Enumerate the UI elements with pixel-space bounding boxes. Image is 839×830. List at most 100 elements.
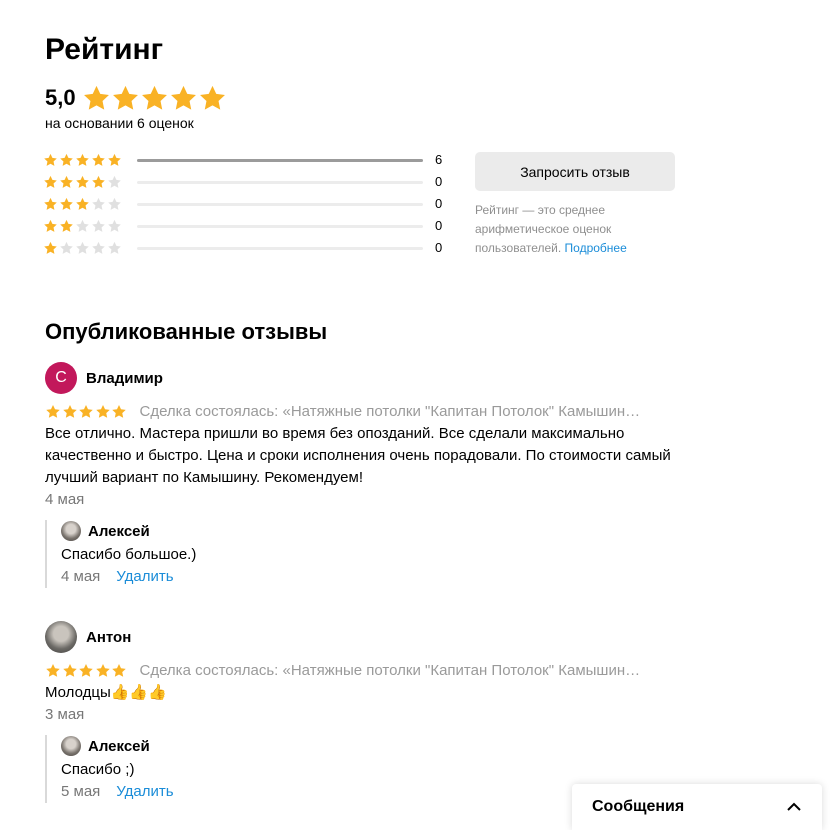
star-filled-icon [199,85,225,110]
star-empty-icon [60,241,73,254]
star-filled-icon [92,175,105,188]
star-filled-icon [44,241,57,254]
star-empty-icon [92,219,105,232]
star-filled-icon [79,404,93,418]
reply-meta: 4 мая Удалить [61,566,345,588]
distribution-row: 0 [43,237,448,259]
star-filled-icon [83,85,109,110]
star-filled-icon [141,85,167,110]
distribution-row: 0 [43,171,448,193]
star-filled-icon [108,153,121,166]
star-empty-icon [108,241,121,254]
star-filled-icon [44,153,57,166]
review-item: С Владимир Сделка состоялась: «Натяжные … [45,362,685,511]
star-filled-icon [44,219,57,232]
star-filled-icon [112,404,126,418]
reply-head: Алексей [61,520,345,542]
star-filled-icon [95,663,110,677]
review-stars [45,404,128,419]
messages-widget[interactable]: Сообщения [572,784,822,830]
review-text: Молодцы👍👍👍 [45,684,167,701]
review-author-row: Антон [45,621,685,653]
star-filled-icon [76,153,89,166]
star-filled-icon [112,85,138,110]
distribution-count: 0 [435,196,443,211]
star-empty-icon [108,175,121,188]
rating-distribution: 6 0 0 0 0 [43,149,448,259]
review-deal-text[interactable]: Сделка состоялась: «Натяжные потолки "Ка… [140,403,674,420]
distribution-stars [43,175,137,189]
distribution-bar [137,202,423,206]
star-filled-icon [170,85,196,110]
review-deal-text[interactable]: Сделка состоялась: «Натяжные потолки "Ка… [140,662,674,679]
review-reply: Алексей Спасибо большое.) 4 мая Удалить [45,520,345,588]
star-filled-icon [60,219,73,232]
distribution-stars [43,219,137,233]
rating-score-row: 5,0 [45,84,227,112]
star-filled-icon [60,153,73,166]
distribution-bar [137,180,423,184]
avatar[interactable] [61,521,81,541]
chevron-up-icon[interactable] [786,802,802,812]
reply-author-name[interactable]: Алексей [88,523,150,540]
review-date: 3 мая [45,706,85,723]
review-deal-row: Сделка состоялась: «Натяжные потолки "Ка… [45,659,685,681]
review-author-name[interactable]: Владимир [86,370,163,387]
star-filled-icon [79,663,93,677]
star-filled-icon [60,197,73,210]
review-author-name[interactable]: Антон [86,629,131,646]
star-filled-icon [46,404,60,418]
reply-text: Спасибо большое.) [61,546,197,563]
distribution-count: 6 [435,152,443,167]
star-filled-icon [76,197,89,210]
distribution-row: 0 [43,193,448,215]
review-item: Антон Сделка состоялась: «Натяжные потол… [45,621,685,726]
distribution-stars [43,241,137,255]
avatar[interactable]: С [45,362,77,394]
distribution-count: 0 [435,174,443,189]
star-filled-icon [60,175,73,188]
star-empty-icon [108,219,121,232]
request-review-button[interactable]: Запросить отзыв [475,152,675,191]
avatar-letter: С [55,369,67,386]
rating-basis: на основании 6 оценок [45,115,194,131]
reply-text: Спасибо ;) [61,761,135,778]
reviews-title: Опубликованные отзывы [45,319,328,344]
distribution-stars [43,153,137,167]
rating-score: 5,0 [45,85,76,110]
review-deal-row: Сделка состоялась: «Натяжные потолки "Ка… [45,400,685,422]
avatar[interactable] [61,736,81,756]
distribution-bar [137,224,423,228]
star-filled-icon [62,404,77,418]
star-filled-icon [44,175,57,188]
avatar[interactable] [45,621,77,653]
rating-note: Рейтинг — это среднее арифметическое оце… [475,201,675,258]
distribution-count: 0 [435,240,443,255]
reply-delete-link[interactable]: Удалить [116,781,173,803]
reply-date: 4 мая [61,568,101,585]
star-empty-icon [108,197,121,210]
star-filled-icon [76,175,89,188]
star-empty-icon [76,241,89,254]
reply-date: 5 мая [61,783,101,800]
distribution-row: 0 [43,215,448,237]
review-stars [45,663,128,678]
distribution-bar [137,246,423,250]
rating-title: Рейтинг [45,33,164,66]
star-filled-icon [44,197,57,210]
review-reply: Алексей Спасибо ;) 5 мая Удалить [45,735,345,803]
reply-meta: 5 мая Удалить [61,781,345,803]
reply-delete-link[interactable]: Удалить [116,566,173,588]
review-text: Все отлично. Мастера пришли во время без… [45,425,671,486]
star-empty-icon [76,219,89,232]
reply-author-name[interactable]: Алексей [88,738,150,755]
star-filled-icon [92,153,105,166]
rating-note-more-link[interactable]: Подробнее [565,241,627,255]
star-empty-icon [92,241,105,254]
star-filled-icon [95,404,110,418]
distribution-stars [43,197,137,211]
star-filled-icon [112,663,126,677]
distribution-bar-fill [137,158,423,162]
review-author-row: С Владимир [45,362,685,394]
distribution-bar [137,158,423,162]
